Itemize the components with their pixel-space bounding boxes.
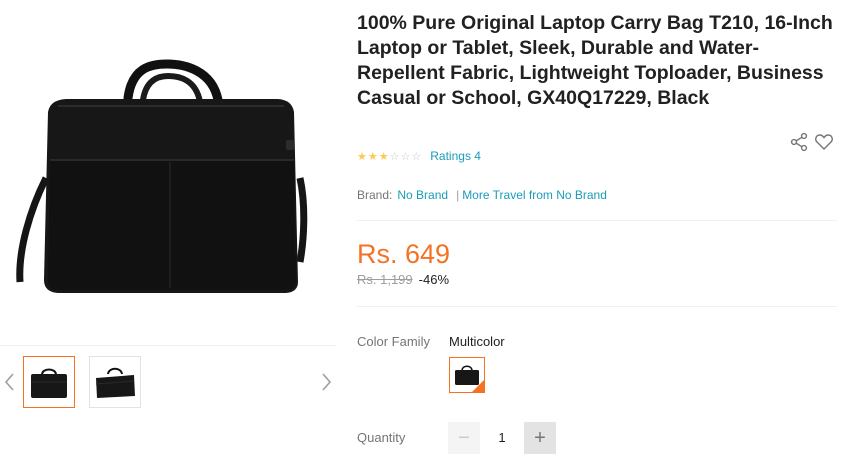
star-filled-icon: ★	[367, 150, 378, 163]
thumbnail-2[interactable]	[89, 356, 141, 408]
share-icon[interactable]	[790, 132, 808, 152]
product-details: 100% Pure Original Laptop Carry Bag T210…	[357, 0, 837, 465]
thumbnail-bag-image	[31, 368, 67, 398]
brand-link[interactable]: No Brand	[397, 188, 448, 202]
star-rating: ★ ★ ★ ☆ ☆ ☆	[357, 150, 421, 163]
gallery-divider	[0, 345, 336, 346]
quantity-increase-button[interactable]: +	[524, 422, 556, 454]
prev-thumbnail-button[interactable]	[0, 366, 20, 398]
divider	[357, 306, 837, 307]
ratings-link[interactable]: Ratings 4	[430, 149, 481, 163]
star-filled-icon: ★	[378, 150, 389, 163]
brand-label: Brand:	[357, 188, 393, 202]
minus-icon: −	[458, 427, 470, 449]
more-from-brand-link[interactable]: More Travel from No Brand	[462, 188, 607, 202]
brand-separator: |	[456, 188, 460, 202]
main-product-image[interactable]	[0, 0, 336, 345]
color-family-value: Multicolor	[449, 334, 505, 349]
thumbnail-strip	[0, 350, 336, 414]
brand-row: Brand: No Brand | More Travel from No Br…	[357, 188, 607, 202]
current-price: Rs. 649	[357, 239, 451, 269]
color-swatch-multicolor[interactable]	[449, 357, 485, 393]
divider	[357, 220, 837, 221]
selected-check-icon	[472, 380, 484, 392]
next-thumbnail-button[interactable]	[316, 366, 336, 398]
original-price-row: Rs. 1,199 -46%	[357, 272, 449, 287]
laptop-bag-image	[16, 59, 308, 293]
thumbnail-bag-image	[95, 367, 135, 398]
color-family-label: Color Family	[357, 334, 430, 349]
chevron-right-icon	[322, 373, 332, 391]
thumbnail-1[interactable]	[23, 356, 75, 408]
heart-icon[interactable]	[814, 132, 834, 152]
quantity-decrease-button[interactable]: −	[448, 422, 480, 454]
star-empty-icon: ☆	[400, 150, 411, 163]
star-filled-icon: ★	[357, 150, 367, 163]
discount-percent: -46%	[418, 272, 450, 287]
rating-row: ★ ★ ★ ☆ ☆ ☆ Ratings 4	[357, 148, 481, 164]
chevron-left-icon	[4, 373, 14, 391]
star-empty-icon: ☆	[389, 150, 400, 163]
product-title: 100% Pure Original Laptop Carry Bag T210…	[357, 12, 833, 109]
quantity-input[interactable]	[480, 422, 524, 454]
original-price: Rs. 1,199	[357, 272, 413, 287]
star-empty-icon: ☆	[411, 150, 422, 163]
quantity-label: Quantity	[357, 430, 406, 445]
plus-icon: +	[534, 427, 546, 449]
